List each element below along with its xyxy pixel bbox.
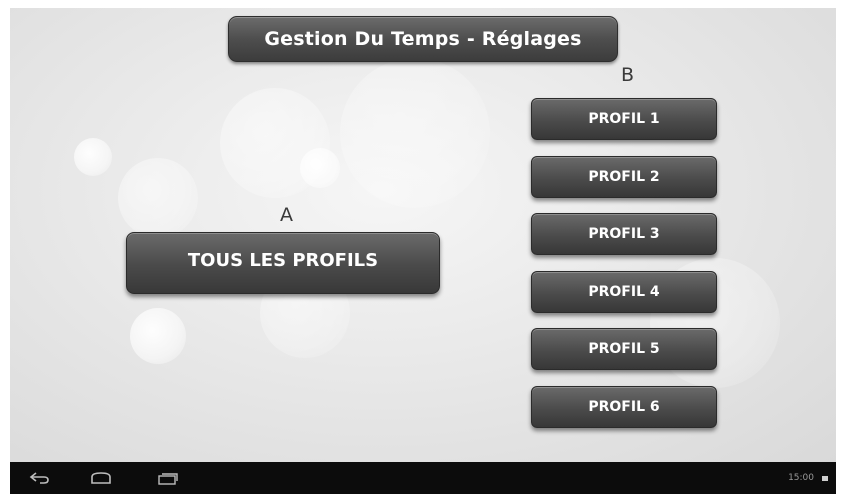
profile-6-button[interactable]: PROFIL 6: [531, 386, 717, 428]
profile-1-button[interactable]: PROFIL 1: [531, 98, 717, 140]
profile-3-button[interactable]: PROFIL 3: [531, 213, 717, 255]
home-icon[interactable]: [86, 462, 116, 494]
background-bubble: [74, 138, 112, 176]
profile-2-button[interactable]: PROFIL 2: [531, 156, 717, 198]
recent-apps-icon[interactable]: [153, 462, 183, 494]
page-title: Gestion Du Temps - Réglages: [228, 16, 618, 62]
device-frame: Gestion Du Temps - Réglages A TOUS LES P…: [0, 0, 842, 501]
background-bubble: [118, 158, 198, 238]
clock: 15:00: [788, 473, 814, 483]
background-bubble: [300, 148, 340, 188]
profile-4-button[interactable]: PROFIL 4: [531, 271, 717, 313]
background-bubble: [130, 308, 186, 364]
background-bubble: [340, 58, 490, 208]
section-a-label: A: [280, 204, 293, 226]
system-navigation-bar: 15:00: [10, 462, 836, 494]
profile-5-button[interactable]: PROFIL 5: [531, 328, 717, 370]
section-b-label: B: [621, 64, 635, 86]
battery-icon: [822, 476, 828, 481]
all-profiles-button[interactable]: TOUS LES PROFILS: [126, 232, 440, 294]
back-icon[interactable]: [24, 462, 54, 494]
settings-screen: Gestion Du Temps - Réglages A TOUS LES P…: [10, 8, 836, 462]
